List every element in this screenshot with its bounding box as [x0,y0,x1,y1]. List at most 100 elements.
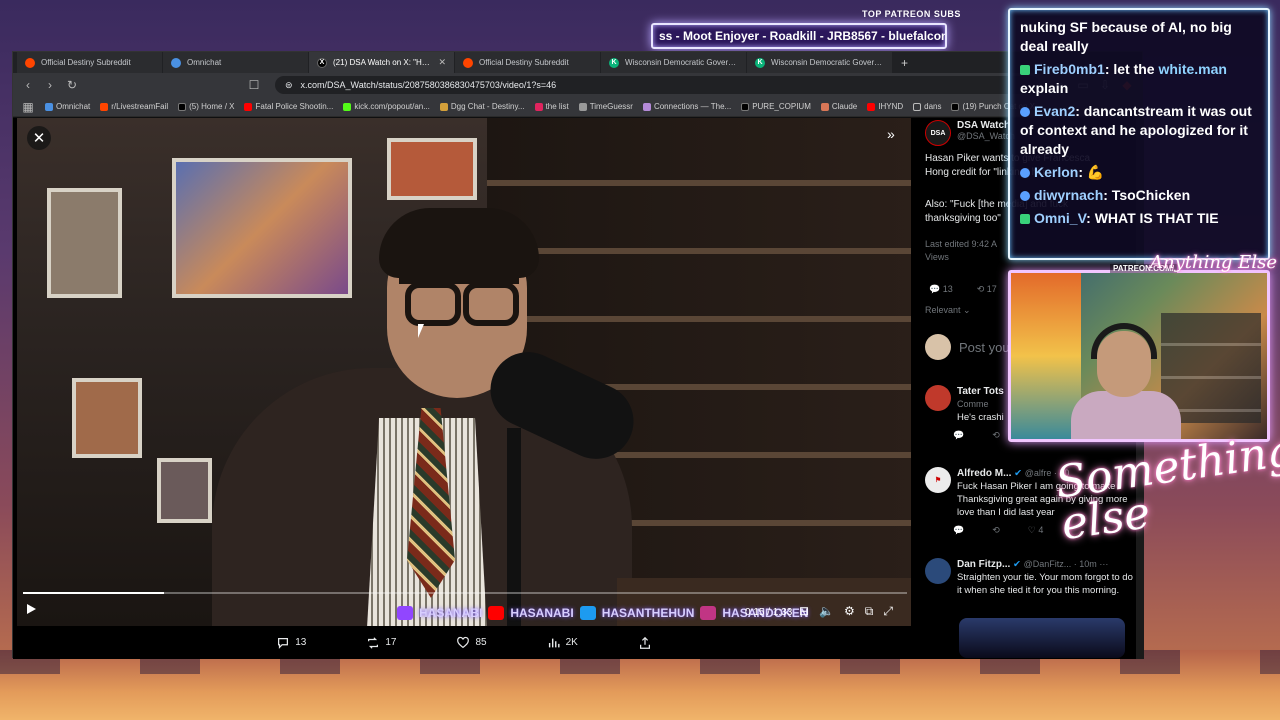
chat-message: Omni_V: WHAT IS THAT TIE [1020,209,1258,228]
reply-input-placeholder: Post your [959,339,1014,355]
author-name[interactable]: DSA Watch [957,120,1015,131]
chat-text: nuking SF because of AI, no big deal rea… [1020,19,1232,54]
reply-media-thumbnail[interactable] [959,618,1125,658]
play-icon[interactable] [27,604,36,614]
tab-destiny-subreddit-1[interactable]: Official Destiny Subreddit [17,52,162,73]
reply-icon[interactable]: 💬 [953,430,964,441]
bookmark-dans[interactable]: dans [913,102,941,111]
forward-icon[interactable]: › [43,78,57,92]
video-control-icons: ⊟ 🔈 ⚙ ⧉ ⤢ [799,604,893,619]
chat-message: diwyrnach: TsoChicken [1020,186,1258,205]
chat-username: diwyrnach [1034,187,1104,203]
bookmark-police-shootings[interactable]: Fatal Police Shootin... [244,102,333,111]
repost-stat[interactable]: ⟲ 17 [977,284,997,295]
volume-icon[interactable]: 🔈 [819,604,834,619]
chat-username: Fireb0mb1 [1034,61,1105,77]
share-button[interactable] [638,636,652,650]
like-button[interactable]: 85 [456,636,487,650]
tab-title: Wisconsin Democratic Governor nom [625,58,738,67]
tab-wisconsin-governor-2[interactable]: K Wisconsin Democratic Governor prin [747,52,892,73]
reply-composer[interactable]: Post your [925,334,1014,360]
reply-author-name[interactable]: Alfredo M... [957,468,1011,479]
video-time: 0:15 / 1:33 [745,607,793,618]
new-tab-button[interactable]: + [893,52,916,73]
back-icon[interactable]: ‹ [21,78,35,92]
social-handle: HASANTHEHUN [601,606,695,620]
avatar[interactable] [925,558,951,584]
views-button[interactable]: 2K [547,636,578,650]
twitter-icon [579,606,596,620]
reply-icon[interactable]: 💬 [953,525,964,536]
social-handle: HASANABI [510,606,574,620]
tab-wisconsin-governor-1[interactable]: K Wisconsin Democratic Governor nom [601,52,746,73]
bookmark-kick[interactable]: kick.com/popout/an... [343,102,430,111]
address-bar[interactable]: ⊜ x.com/DSA_Watch/status/208758038683047… [275,76,1040,94]
chat-username: Kerlon [1034,164,1079,180]
reply-button[interactable]: 13 [276,636,306,650]
tab-dsa-watch[interactable]: X (21) DSA Watch on X: "Hasan Pik ✕ [309,52,454,73]
close-tab-icon[interactable]: ✕ [438,57,446,68]
omnichat-icon [171,57,181,68]
reply-handle[interactable]: @DanFitz... · 10m [1024,559,1097,569]
repost-icon [368,636,379,649]
tab-omnichat[interactable]: Omnichat [163,52,308,73]
reply-author-name[interactable]: Dan Fitzp... [957,559,1010,570]
tab-destiny-subreddit-2[interactable]: Official Destiny Subreddit [455,52,600,73]
mouse-cursor-icon [418,324,424,338]
video-progress-bar[interactable] [23,592,907,594]
reload-icon[interactable]: ↻ [65,78,79,92]
bookmark-timeguessr[interactable]: TimeGuessr [578,102,633,111]
bookmark-omnichat[interactable]: Omnichat [45,102,90,111]
repost-count: 17 [385,637,397,648]
webcam-headset [1091,323,1157,359]
avatar[interactable] [925,385,951,411]
bookmark-dgg-chat[interactable]: Dgg Chat - Destiny... [439,102,525,111]
chat-message: nuking SF because of AI, no big deal rea… [1020,18,1258,56]
like-button[interactable]: ♡ 4 [1028,525,1044,536]
webcam-mural [1011,273,1081,439]
avatar[interactable]: ⚑ [925,467,951,493]
close-video-button[interactable]: ✕ [27,126,51,150]
picture-in-picture-icon[interactable]: ⧉ [865,604,874,619]
timeguessr-icon [578,102,587,111]
site-info-icon[interactable]: ⊜ [285,80,293,91]
sort-dropdown[interactable]: Relevant ⌄ [925,305,971,316]
reply-author-name[interactable]: Tater Tots [957,385,1004,398]
bookmark-label: Connections — The... [653,102,732,111]
chat-username: Omni_V [1034,210,1087,226]
bookmark-x-home[interactable]: (5) Home / X [178,102,234,111]
expand-panel-icon[interactable]: » [887,126,895,142]
bookmark-pure-copium[interactable]: PURE_COPIUM [741,102,811,111]
reply-item[interactable]: Dan Fitzp... ✔ @DanFitz... · 10m ··· Str… [925,558,1135,597]
fullscreen-icon[interactable]: ⤢ [883,604,893,619]
video-player[interactable]: ✕ » HASANABI HASANABI HASANTHEHUN HASAND… [17,118,911,626]
reply-stat[interactable]: 💬 13 [929,284,953,295]
captions-icon[interactable]: ⊟ [799,604,809,619]
chat-username: Evan2 [1034,103,1076,119]
tab-title: (21) DSA Watch on X: "Hasan Pik [333,58,432,67]
bookmark-the-list[interactable]: the list [534,102,569,111]
author-handle[interactable]: @DSA_Watch [957,131,1015,141]
chat-text-tail: explain [1020,80,1069,96]
tab-title: Omnichat [187,58,222,67]
repost-icon[interactable]: ⟲ [992,430,1000,441]
repost-icon[interactable]: ⟲ [992,525,1000,536]
browser-toolbar: ‹ › ↻ ☐ ⊜ x.com/DSA_Watch/status/2087580… [13,73,1142,97]
tweet-edited-meta[interactable]: Last edited 9:42 A [925,239,997,249]
repost-button[interactable]: 17 [366,636,396,650]
avatar[interactable]: DSA [925,120,951,146]
tweet-author[interactable]: DSA DSA Watch @DSA_Watch [925,120,1015,146]
reddit-icon [463,57,473,68]
bookmark-icon[interactable]: ☐ [247,78,261,92]
bookmark-favicon-icon [45,102,53,111]
bookmark-ihynd[interactable]: IHYND [867,102,903,111]
claude-icon [820,102,829,111]
bookmark-connections[interactable]: Connections — The... [642,102,732,111]
apps-grid-icon[interactable]: ▦ [21,100,35,114]
chat-message: Kerlon: 💪 [1020,163,1258,182]
bookmark-claude[interactable]: Claude [820,102,857,111]
settings-gear-icon[interactable]: ⚙ [844,604,855,619]
more-options-icon[interactable]: ··· [1099,559,1108,569]
bookmark-livestreamfail[interactable]: r/LivestreamFail [100,102,168,111]
heart-icon: ♡ [1027,525,1036,535]
